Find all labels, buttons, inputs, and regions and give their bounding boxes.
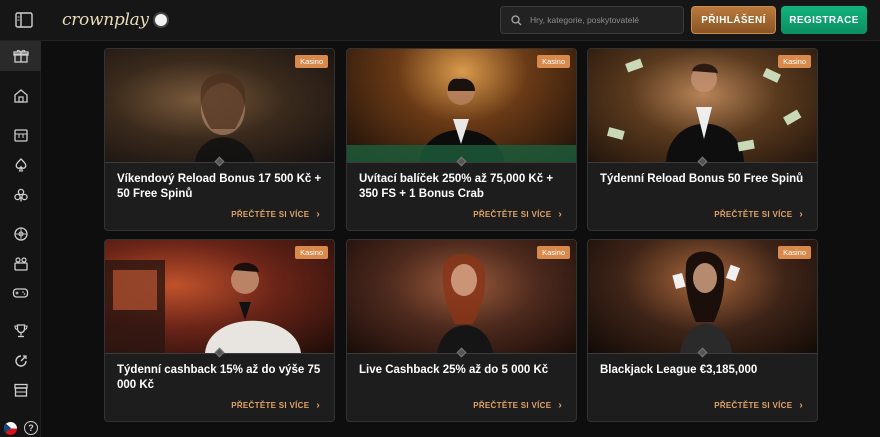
promo-title: Uvítací balíček 250% až 75,000 Kč + 350 … [359,173,554,200]
read-more-link[interactable]: PŘEČTĚTE SI VÍCE › [473,209,562,220]
sidebar-item-shop[interactable] [0,375,41,405]
chevron-right-icon: › [316,209,320,220]
promo-card[interactable]: Kasino Live Cashback 25% až do 5 000 Kč … [346,239,577,422]
home-icon [13,89,28,103]
read-more-label: PŘEČTĚTE SI VÍCE [473,401,552,410]
search-input[interactable] [530,15,680,25]
read-more-label: PŘEČTĚTE SI VÍCE [714,210,793,219]
slot-machine-icon [13,129,28,142]
chevron-right-icon: › [316,400,320,411]
sidebar-item-live-casino[interactable] [0,249,41,279]
read-more-label: PŘEČTĚTE SI VÍCE [473,210,552,219]
logo[interactable]: crownplay [62,8,169,32]
sidebar-item-promotions[interactable] [0,41,41,71]
live-dealer-icon [13,257,28,271]
poker-chip-icon [13,188,28,202]
search-box[interactable] [500,6,684,34]
promo-card[interactable]: Kasino Blackjack League €3,185,000 PŘEČT… [587,239,818,422]
sidebar-item-home[interactable] [0,81,41,111]
roulette-icon [13,227,28,241]
search-icon [511,14,522,25]
read-more-link[interactable]: PŘEČTĚTE SI VÍCE › [714,209,803,220]
promo-card[interactable]: Kasino Týdenní Reload Bonus 50 Free Spin… [587,48,818,231]
promo-card[interactable]: Kasino Uvítací balíček 250% až 75,000 Kč… [346,48,577,231]
top-bar: crownplay PŘIHLÁŠENÍ REGISTRACE [0,0,880,41]
read-more-link[interactable]: PŘEČTĚTE SI VÍCE › [231,400,320,411]
read-more-label: PŘEČTĚTE SI VÍCE [231,401,310,410]
read-more-link[interactable]: PŘEČTĚTE SI VÍCE › [231,209,320,220]
promo-title: Víkendový Reload Bonus 17 500 Kč + 50 Fr… [117,173,322,200]
promo-title: Blackjack League €3,185,000 [600,364,758,376]
promo-card[interactable]: Kasino Víkendový Reload Bonus 17 500 Kč … [104,48,335,231]
chevron-right-icon: › [558,400,562,411]
trophy-icon [13,324,28,338]
store-icon [13,383,28,397]
chevron-right-icon: › [799,209,803,220]
soccer-ball-icon [152,12,169,28]
chevron-right-icon: › [799,400,803,411]
sidebar-item-poker[interactable] [0,180,41,210]
category-badge: Kasino [537,55,570,68]
gamepad-icon [12,288,29,298]
read-more-link[interactable]: PŘEČTĚTE SI VÍCE › [473,400,562,411]
category-badge: Kasino [295,246,328,259]
chevron-right-icon: › [558,209,562,220]
category-badge: Kasino [778,246,811,259]
login-button[interactable]: PŘIHLÁŠENÍ [691,6,776,34]
promo-title: Live Cashback 25% až do 5 000 Kč [359,364,549,376]
sidebar-item-tournaments[interactable] [0,316,41,346]
sidebar-item-slots[interactable] [0,120,41,150]
sidebar-item-roulette[interactable] [0,219,41,249]
sidebar-item-table-games[interactable] [0,150,41,180]
read-more-link[interactable]: PŘEČTĚTE SI VÍCE › [714,400,803,411]
promo-title: Týdenní cashback 15% až do výše 75 000 K… [117,364,321,391]
sidebar-footer: ? [0,421,41,437]
category-badge: Kasino [295,55,328,68]
promo-title: Týdenní Reload Bonus 50 Free Spinů [600,173,804,185]
promo-icon [14,355,27,367]
czech-flag-icon[interactable] [4,422,17,435]
register-button[interactable]: REGISTRACE [781,6,867,34]
read-more-label: PŘEČTĚTE SI VÍCE [231,210,310,219]
promo-card[interactable]: Kasino Týdenní cashback 15% až do výše 7… [104,239,335,422]
read-more-label: PŘEČTĚTE SI VÍCE [714,401,793,410]
help-icon[interactable]: ? [24,421,38,435]
logo-text: crownplay [62,10,149,30]
gift-icon [12,49,29,63]
sidebar-toggle-icon[interactable] [14,11,34,29]
sidebar-item-games[interactable] [0,278,41,308]
spade-icon [15,158,26,172]
sidebar: ? [0,41,41,437]
category-badge: Kasino [537,246,570,259]
category-badge: Kasino [778,55,811,68]
sidebar-item-bonus[interactable] [0,346,41,376]
